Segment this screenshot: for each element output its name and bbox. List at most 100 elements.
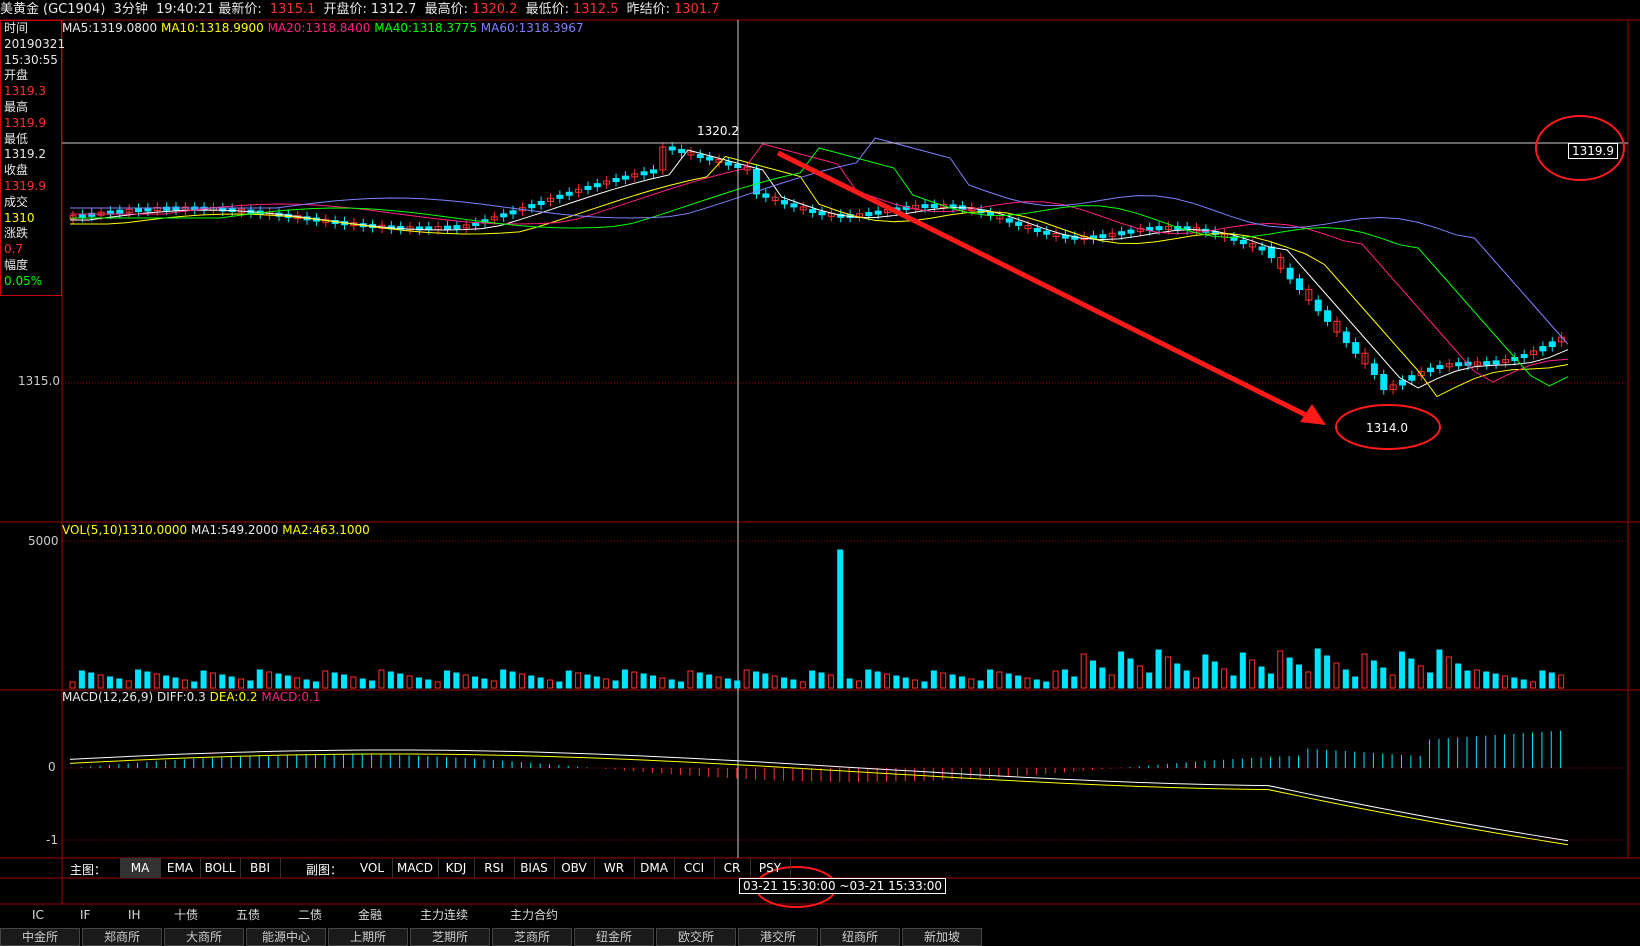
- category-tab[interactable]: 五债: [236, 906, 260, 924]
- candle-body: [1099, 234, 1107, 239]
- category-tab[interactable]: 二债: [298, 906, 322, 924]
- vol-value: VOL(5,10)1310.0000: [62, 523, 188, 537]
- time: 19:40:21: [155, 2, 215, 17]
- macd-legend: MACD(12,26,9) DIFF:0.3 DEA:0.2 MACD:0.1: [62, 690, 320, 704]
- volume-bar: [247, 680, 254, 689]
- candle-body: [1548, 341, 1556, 348]
- main-indicator-ma[interactable]: MA: [120, 858, 161, 878]
- sub-indicator-wr[interactable]: WR: [594, 858, 635, 878]
- info-chg-label: 涨跌: [4, 226, 29, 241]
- info-vol-label: 成交: [4, 194, 29, 209]
- category-tab[interactable]: 主力连续: [420, 906, 468, 924]
- quote-header: 美黄金 (GC1904) 3分钟 19:40:21 最新价: 1315.1 开盘价:…: [0, 0, 1640, 20]
- candle-body: [1258, 246, 1266, 251]
- open-price: 1312.7: [370, 2, 417, 17]
- volume-bar: [256, 669, 263, 689]
- sub-indicator-cci[interactable]: CCI: [674, 858, 715, 878]
- candle-body: [1286, 267, 1294, 280]
- candle-body: [1436, 365, 1444, 370]
- volume-bar: [1024, 677, 1031, 689]
- volume-bar: [631, 671, 638, 689]
- category-tab[interactable]: 主力合约: [510, 906, 558, 924]
- candle-body: [781, 200, 789, 205]
- price-axis-label: 1315.0: [18, 374, 60, 388]
- volume-bar: [387, 671, 394, 689]
- volume-bar: [500, 669, 507, 689]
- volume-bar: [106, 676, 113, 689]
- ma5-value: MA5:1319.0800: [62, 21, 158, 35]
- candle-body: [565, 191, 573, 196]
- exchange-tab[interactable]: 上期所: [328, 928, 408, 946]
- kline-chart[interactable]: [0, 0, 1640, 944]
- volume-bar: [715, 676, 722, 689]
- candle-body: [500, 213, 508, 218]
- volume-bar: [837, 549, 844, 689]
- vol-legend: VOL(5,10)1310.0000 MA1:549.2000 MA2:463.…: [62, 523, 370, 537]
- cursor-price-tag: 1319.9: [1568, 143, 1618, 159]
- ma20-line: [70, 143, 1569, 383]
- volume-bar: [1127, 658, 1134, 689]
- candle-body: [1408, 375, 1416, 381]
- main-indicator-ema[interactable]: EMA: [160, 858, 201, 878]
- volume-bar: [294, 677, 301, 689]
- exchange-tab[interactable]: 芝期所: [410, 928, 490, 946]
- exchange-tab[interactable]: 芝商所: [492, 928, 572, 946]
- volume-bar: [453, 672, 460, 689]
- volume-bar: [1389, 674, 1396, 689]
- sub-indicator-vol[interactable]: VOL: [352, 858, 393, 878]
- sub-indicator-rsi[interactable]: RSI: [474, 858, 515, 878]
- ma5-line: [70, 149, 1569, 389]
- sub-indicator-macd[interactable]: MACD: [392, 858, 439, 878]
- volume-bar: [1520, 679, 1527, 689]
- sub-indicator-obv[interactable]: OBV: [554, 858, 595, 878]
- sub-indicator-kdj[interactable]: KDJ: [438, 858, 475, 878]
- sub-indicator-bias[interactable]: BIAS: [514, 858, 555, 878]
- category-tab[interactable]: IC: [32, 906, 44, 924]
- candle-body: [649, 169, 657, 174]
- candle-body: [1483, 361, 1491, 366]
- exchange-tab[interactable]: 大商所: [164, 928, 244, 946]
- exchange-tab[interactable]: 纽金所: [574, 928, 654, 946]
- sub-indicator-psy[interactable]: PSY: [750, 858, 791, 878]
- category-tab[interactable]: 金融: [358, 906, 382, 924]
- exchange-tab[interactable]: 纽商所: [820, 928, 900, 946]
- category-tab[interactable]: 十债: [174, 906, 198, 924]
- volume-bar: [472, 676, 479, 689]
- volume-bar: [1333, 662, 1340, 689]
- main-indicator-bbi[interactable]: BBI: [240, 858, 281, 878]
- volume-bar: [827, 674, 834, 689]
- volume-bar: [1483, 671, 1490, 689]
- exchange-tab[interactable]: 港交所: [738, 928, 818, 946]
- category-tab[interactable]: IH: [128, 906, 141, 924]
- volume-bar: [1258, 666, 1265, 689]
- info-vol: 1310: [4, 210, 35, 225]
- exchange-tab[interactable]: 欧交所: [656, 928, 736, 946]
- volume-bar: [172, 677, 179, 689]
- volume-bar: [809, 670, 816, 689]
- main-indicator-boll[interactable]: BOLL: [200, 858, 241, 878]
- instrument-code: (GC1904): [43, 2, 106, 17]
- volume-bar: [1099, 667, 1106, 689]
- volume-bar: [1398, 651, 1405, 689]
- category-tab[interactable]: IF: [80, 906, 90, 924]
- volume-bar: [1455, 663, 1462, 689]
- volume-bar: [593, 676, 600, 689]
- exchange-tab[interactable]: 能源中心: [246, 928, 326, 946]
- volume-bar: [378, 669, 385, 689]
- exchange-tab[interactable]: 中金所: [0, 928, 80, 946]
- candle-body: [706, 156, 714, 161]
- volume-bar: [238, 678, 245, 689]
- volume-bar: [209, 672, 216, 689]
- sub-indicator-dma[interactable]: DMA: [634, 858, 675, 878]
- sub-indicator-cr[interactable]: CR: [714, 858, 751, 878]
- exchange-tab[interactable]: 新加坡: [902, 928, 982, 946]
- volume-bar: [528, 675, 535, 689]
- candle-body: [1043, 230, 1051, 235]
- info-amp-label: 幅度: [4, 257, 29, 272]
- low-marker: 1314.0: [1366, 421, 1408, 435]
- candle-body: [584, 185, 592, 190]
- volume-bar: [1324, 655, 1331, 689]
- candle-body: [1295, 278, 1303, 290]
- exchange-tab[interactable]: 郑商所: [82, 928, 162, 946]
- candle-body: [921, 204, 929, 209]
